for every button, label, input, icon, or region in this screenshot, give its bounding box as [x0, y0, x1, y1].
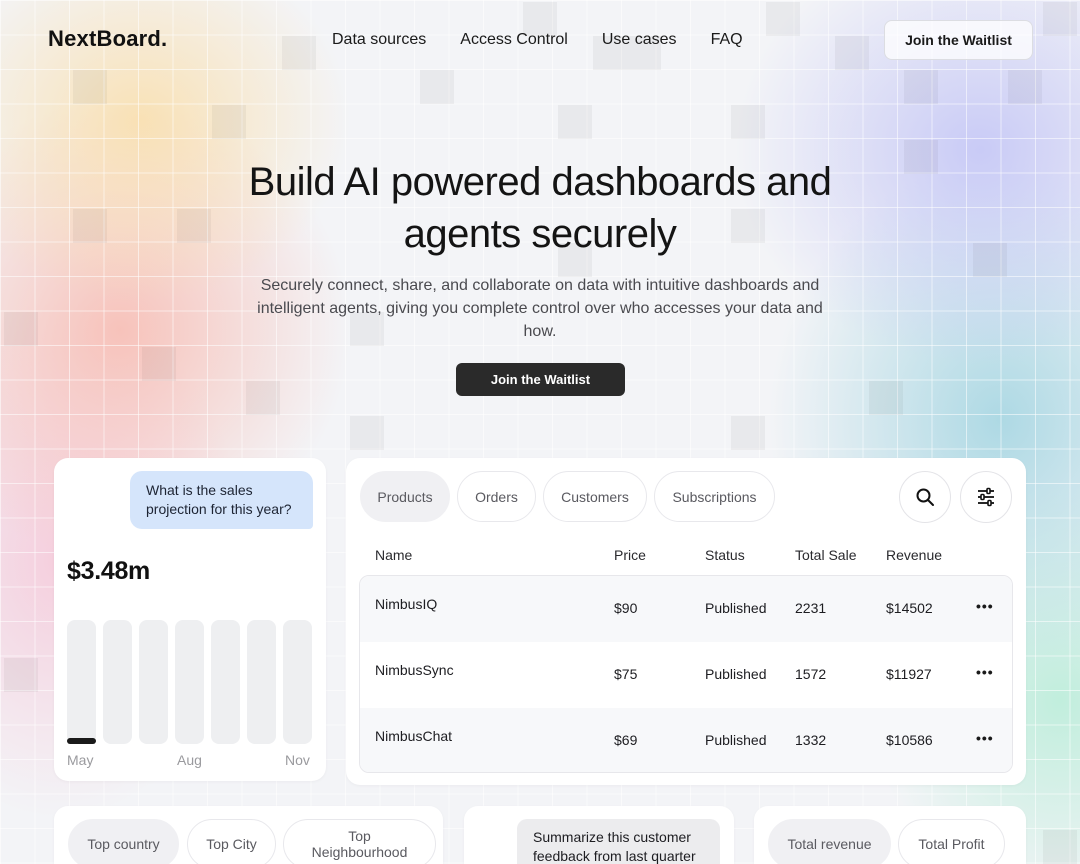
- column-header-revenue[interactable]: Revenue: [886, 547, 942, 563]
- month-label-may: May: [67, 752, 94, 768]
- product-status: Published: [705, 666, 767, 682]
- sales-bar: [67, 620, 96, 744]
- column-header-price[interactable]: Price: [614, 547, 646, 563]
- nav-link-use-cases[interactable]: Use cases: [602, 31, 677, 49]
- grid-tile: [973, 243, 1007, 277]
- sales-bar: [283, 620, 312, 744]
- month-label-nov: Nov: [285, 752, 310, 768]
- nav-link-faq[interactable]: FAQ: [711, 31, 743, 49]
- product-revenue: $14502: [886, 600, 933, 616]
- product-name: NimbusSync: [375, 662, 454, 678]
- grid-tile: [1043, 830, 1077, 864]
- grid-tile: [212, 105, 246, 139]
- product-total-sale: 1572: [795, 666, 827, 682]
- sales-bar: [175, 620, 204, 744]
- tab-orders[interactable]: Orders: [457, 471, 536, 522]
- tab-total-revenue[interactable]: Total revenue: [768, 819, 891, 864]
- nav-link-access-control[interactable]: Access Control: [460, 31, 568, 49]
- product-total-sale: 2231: [795, 600, 827, 616]
- hero-subtitle: Securely connect, share, and collaborate…: [257, 277, 823, 340]
- product-price: $69: [614, 732, 638, 748]
- product-name: NimbusIQ: [375, 596, 438, 612]
- tab-subscriptions[interactable]: Subscriptions: [654, 471, 775, 522]
- join-waitlist-nav-button[interactable]: Join the Waitlist: [884, 20, 1033, 60]
- product-revenue: $11927: [886, 666, 932, 682]
- column-header-status[interactable]: Status: [705, 547, 745, 563]
- tab-top-country[interactable]: Top country: [68, 819, 179, 864]
- tab-products[interactable]: Products: [360, 471, 450, 522]
- grid-tile: [731, 105, 765, 139]
- product-name: NimbusChat: [375, 728, 453, 744]
- tab-top-city[interactable]: Top City: [187, 819, 276, 864]
- month-label-aug: Aug: [177, 752, 202, 768]
- product-price: $75: [614, 666, 638, 682]
- product-status: Published: [705, 600, 767, 616]
- products-table-card: Products Orders Customers Subscriptions …: [346, 458, 1026, 785]
- tab-customers[interactable]: Customers: [543, 471, 647, 522]
- tab-top-neighbourhood[interactable]: Top Neighbourhood: [283, 819, 436, 864]
- grid-tile: [731, 416, 765, 450]
- product-revenue: $10586: [886, 732, 933, 748]
- hero-title: Build AI powered dashboards and agents s…: [248, 160, 832, 256]
- sales-bar: [103, 620, 132, 744]
- totals-card: Total revenue Total Profit: [754, 806, 1026, 864]
- grid-tile: [869, 381, 903, 415]
- grid-tile: [246, 381, 280, 415]
- table-row[interactable]: NimbusChat $69 Published 1332 $10586 •••: [360, 708, 1012, 772]
- grid-tile: [4, 312, 38, 346]
- product-status: Published: [705, 732, 767, 748]
- feedback-summary-card: Summarize this customer feedback from la…: [464, 806, 734, 864]
- sales-projection-value: $3.48m: [67, 557, 150, 585]
- sales-projection-card: What is the sales projection for this ye…: [54, 458, 326, 781]
- nav-link-data-sources[interactable]: Data sources: [332, 31, 426, 49]
- sales-bar: [139, 620, 168, 744]
- grid-tile: [73, 209, 107, 243]
- column-header-total-sale[interactable]: Total Sale: [795, 547, 856, 563]
- feedback-prompt-bubble: Summarize this customer feedback from la…: [517, 819, 720, 864]
- products-table-body: NimbusIQ $90 Published 2231 $14502 ••• N…: [359, 575, 1013, 773]
- sales-bar-chart: [67, 620, 313, 744]
- product-price: $90: [614, 600, 638, 616]
- grid-tile: [904, 140, 938, 174]
- more-options-icon[interactable]: •••: [976, 664, 994, 680]
- sales-bar-fill: [67, 738, 96, 744]
- tab-total-profit[interactable]: Total Profit: [898, 819, 1005, 864]
- more-options-icon[interactable]: •••: [976, 598, 994, 614]
- top-navigation: NextBoard. Data sources Access Control U…: [0, 0, 1080, 80]
- nav-links: Data sources Access Control Use cases FA…: [332, 31, 743, 49]
- top-location-card: Top country Top City Top Neighbourhood: [54, 806, 443, 864]
- search-icon: [916, 488, 934, 506]
- product-total-sale: 1332: [795, 732, 827, 748]
- sales-bar: [211, 620, 240, 744]
- grid-tile: [558, 105, 592, 139]
- grid-tile: [350, 416, 384, 450]
- table-row[interactable]: NimbusIQ $90 Published 2231 $14502 •••: [360, 576, 1012, 642]
- grid-tile: [142, 347, 176, 381]
- nextboard-logo[interactable]: NextBoard.: [48, 26, 167, 52]
- filter-button[interactable]: [960, 471, 1012, 523]
- sliders-icon: [978, 487, 994, 507]
- column-header-name[interactable]: Name: [375, 547, 412, 563]
- join-waitlist-hero-button[interactable]: Join the Waitlist: [456, 363, 625, 396]
- grid-tile: [4, 658, 38, 692]
- sales-question-bubble: What is the sales projection for this ye…: [130, 471, 313, 529]
- search-button[interactable]: [899, 471, 951, 523]
- sales-bar: [247, 620, 276, 744]
- table-row[interactable]: NimbusSync $75 Published 1572 $11927 •••: [360, 642, 1012, 708]
- more-options-icon[interactable]: •••: [976, 730, 994, 746]
